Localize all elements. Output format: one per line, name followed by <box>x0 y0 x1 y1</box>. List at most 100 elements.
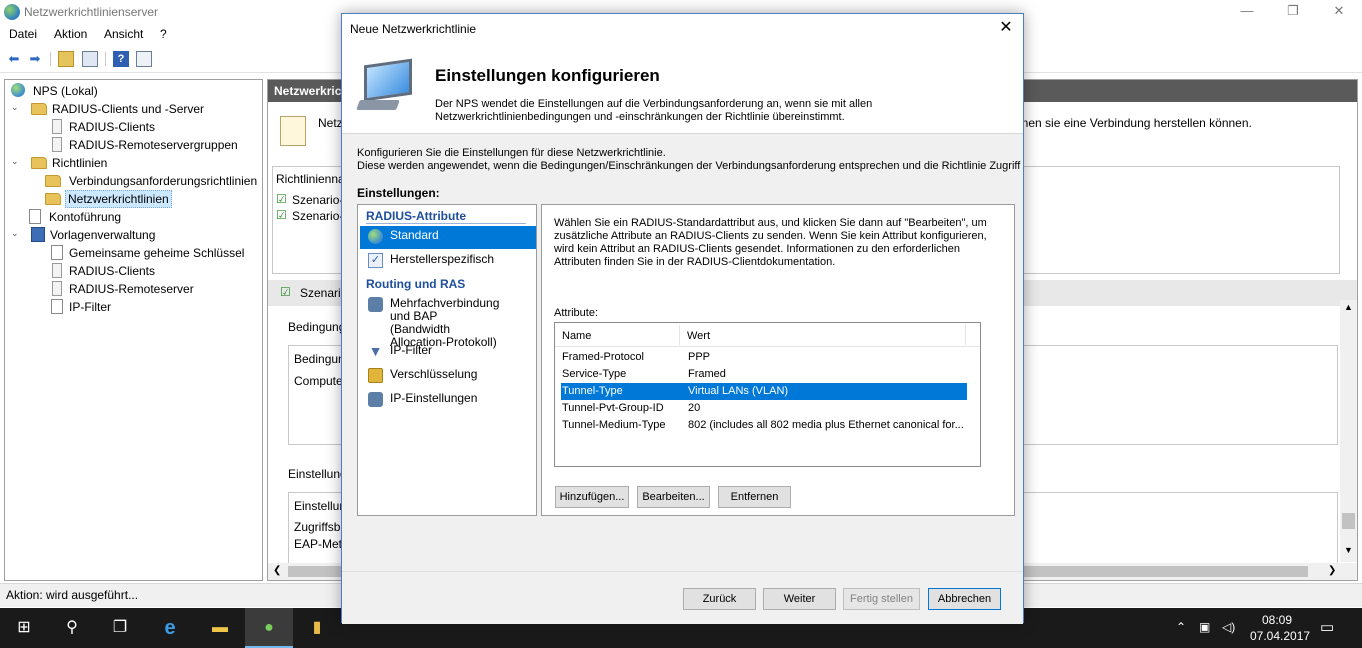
dialog-description: Der NPS wendet die Einstellungen auf die… <box>435 98 873 123</box>
network-computers-icon <box>368 392 383 407</box>
attributes-label: Attribute: <box>554 307 599 319</box>
scroll-down-icon[interactable]: ▼ <box>1344 545 1353 555</box>
close-main-button[interactable]: ✕ <box>1316 0 1362 24</box>
folder-icon <box>45 175 61 187</box>
folder-icon <box>31 157 47 169</box>
accounting-icon <box>29 209 41 224</box>
clock-time[interactable]: 08:09 <box>1262 613 1292 627</box>
console-tree: NPS (Lokal) ⌄ RADIUS-Clients und -Server… <box>4 79 263 581</box>
collapse-icon[interactable]: ⌄ <box>11 228 21 239</box>
help-icon[interactable]: ? <box>113 51 129 67</box>
scroll-thumb[interactable] <box>1342 513 1355 529</box>
clock-date[interactable]: 07.04.2017 <box>1250 629 1310 643</box>
attributes-list: Name Wert Framed-Protocol PPP Service-Ty… <box>554 322 981 467</box>
collapse-icon[interactable]: ⌄ <box>11 102 21 113</box>
nav-item-vendor-specific[interactable]: ✓ Herstellerspezifisch <box>360 250 536 273</box>
dialog-titlebar: Neue Netzwerkrichtlinie ✕ <box>342 14 1023 44</box>
cancel-button[interactable]: Abbrechen <box>928 588 1001 610</box>
forward-arrow-icon[interactable]: ➡ <box>27 51 43 67</box>
column-header-name[interactable]: Name <box>562 330 591 342</box>
dialog-title: Neue Netzwerkrichtlinie <box>350 22 477 36</box>
results-vertical-scrollbar[interactable]: ▲ ▼ <box>1340 300 1357 562</box>
settings-detail-panel: Wählen Sie ein RADIUS-Standardattribut a… <box>541 204 1015 516</box>
internet-explorer-icon[interactable]: e <box>146 608 194 648</box>
server-icon <box>52 119 62 134</box>
tray-chevron-icon[interactable]: ⌃ <box>1176 620 1186 634</box>
results-intro-suffix: nnen sie eine Verbindung herstellen könn… <box>1015 116 1252 130</box>
attribute-row[interactable]: Tunnel-Pvt-Group-ID 20 <box>561 400 967 417</box>
new-network-policy-dialog: Neue Netzwerkrichtlinie ✕ Einstellungen … <box>341 13 1024 624</box>
menu-aktion[interactable]: Aktion <box>54 27 87 41</box>
nav-group-routing-ras: Routing und RAS <box>366 277 466 291</box>
show-hide-tree-icon[interactable] <box>82 51 98 67</box>
remove-attribute-button[interactable]: Entfernen <box>718 486 791 508</box>
checkbox-doc-icon: ✓ <box>368 253 383 268</box>
folder-icon <box>45 193 61 205</box>
nav-item-ip-settings[interactable]: IP-Einstellungen <box>360 389 536 411</box>
add-attribute-button[interactable]: Hinzufügen... <box>555 486 629 508</box>
settings-nav-list: RADIUS-Attribute Standard ✓ Herstellersp… <box>357 204 537 516</box>
dialog-intro: Konfigurieren Sie die Einstellungen für … <box>357 147 1023 173</box>
results-intro-prefix: Netz <box>318 116 343 130</box>
dialog-close-icon[interactable]: ✕ <box>989 14 1023 44</box>
book-icon <box>31 227 45 242</box>
properties-icon[interactable] <box>136 51 152 67</box>
attributes-header: Name Wert <box>555 323 980 347</box>
menu-datei[interactable]: Datei <box>9 27 37 41</box>
policy-ok-icon: ☑ <box>276 208 287 222</box>
folder-icon <box>31 103 47 115</box>
menu-ansicht[interactable]: Ansicht <box>104 27 143 41</box>
menu-help[interactable]: ? <box>160 27 167 41</box>
next-button[interactable]: Weiter <box>763 588 836 610</box>
policy-ok-icon: ☑ <box>276 192 287 206</box>
up-folder-icon[interactable] <box>58 51 74 67</box>
network-icon[interactable]: ▣ <box>1199 620 1210 634</box>
scroll-up-icon[interactable]: ▲ <box>1344 302 1353 312</box>
server-icon <box>52 281 62 296</box>
nps-taskbar-icon[interactable]: ● <box>245 608 293 648</box>
task-view-icon[interactable]: ❐ <box>96 608 144 648</box>
finish-button[interactable]: Fertig stellen <box>843 588 920 610</box>
settings-label: Einstellungen: <box>357 186 440 200</box>
server-icon <box>52 263 62 278</box>
server-icon <box>52 137 62 152</box>
main-window-title: Netzwerkrichtlinienserver <box>24 5 159 19</box>
scroll-left-icon[interactable]: ❮ <box>273 565 281 576</box>
minimize-button[interactable]: — <box>1224 0 1270 24</box>
dialog-intro-line-1: Konfigurieren Sie die Einstellungen für … <box>357 147 666 159</box>
status-text: Aktion: wird ausgeführt... <box>6 588 139 602</box>
document-icon <box>51 299 63 314</box>
filter-icon: ▼ <box>368 343 383 359</box>
dialog-heading: Einstellungen konfigurieren <box>435 66 660 85</box>
attribute-row[interactable]: Service-Type Framed <box>561 366 967 383</box>
maximize-button[interactable]: ❐ <box>1270 0 1316 24</box>
nav-item-encryption[interactable]: Verschlüsselung <box>360 365 536 387</box>
attribute-row-selected[interactable]: Tunnel-Type Virtual LANs (VLAN) <box>561 383 967 400</box>
dialog-body: Konfigurieren Sie die Einstellungen für … <box>342 135 1023 571</box>
lock-icon <box>368 368 383 383</box>
column-header-value[interactable]: Wert <box>687 330 710 342</box>
back-button[interactable]: Zurück <box>683 588 756 610</box>
scroll-right-icon[interactable]: ❯ <box>1328 565 1336 576</box>
volume-icon[interactable]: ◁) <box>1222 620 1235 634</box>
search-icon[interactable]: ⚲ <box>48 608 96 648</box>
column-separator[interactable] <box>679 325 680 345</box>
toolbar-separator <box>105 52 106 66</box>
nav-item-standard[interactable]: Standard <box>360 226 536 249</box>
network-computers-icon <box>368 297 383 312</box>
attribute-row[interactable]: Tunnel-Medium-Type 802 (includes all 802… <box>561 417 967 434</box>
back-arrow-icon[interactable]: ⬅ <box>6 51 22 67</box>
nav-item-multilink-bap[interactable]: Mehrfachverbindung und BAP (Bandwidth Al… <box>360 294 536 349</box>
collapse-icon[interactable]: ⌄ <box>11 156 21 167</box>
attribute-row[interactable]: Framed-Protocol PPP <box>561 349 967 366</box>
document-icon <box>51 245 63 260</box>
notification-icon[interactable]: ▭ <box>1320 618 1334 636</box>
nav-item-ip-filter[interactable]: ▼ IP-Filter <box>360 341 536 363</box>
server-manager-icon[interactable]: ▮ <box>293 608 341 648</box>
file-explorer-icon[interactable]: ▬ <box>196 608 244 648</box>
dialog-footer: Zurück Weiter Fertig stellen Abbrechen <box>342 571 1023 624</box>
edit-attribute-button[interactable]: Bearbeiten... <box>637 486 710 508</box>
column-separator[interactable] <box>965 325 966 345</box>
dialog-banner: Einstellungen konfigurieren Der NPS wend… <box>342 44 1023 134</box>
windows-start-icon[interactable]: ⊞ <box>0 608 48 648</box>
